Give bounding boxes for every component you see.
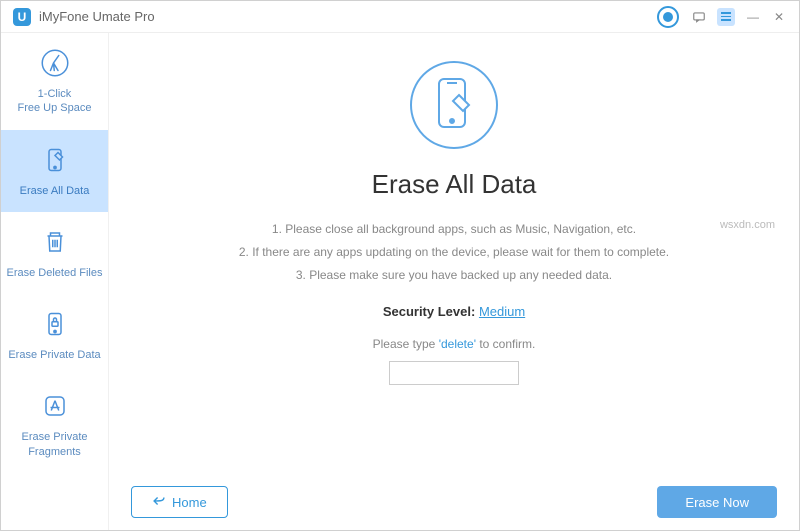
confirm-suffix: to confirm. bbox=[479, 337, 535, 351]
sidebar-item-erase-private-fragments[interactable]: Erase Private Fragments bbox=[1, 376, 108, 473]
instruction-line: 2. If there are any apps updating on the… bbox=[239, 241, 669, 264]
broom-icon bbox=[37, 45, 73, 81]
home-button[interactable]: Home bbox=[131, 486, 228, 518]
confirm-keyword: 'delete' bbox=[439, 337, 476, 351]
erase-now-button-label: Erase Now bbox=[685, 495, 749, 510]
sidebar-item-label: Erase Private Fragments bbox=[21, 430, 87, 459]
sidebar-item-label: Erase Private Data bbox=[8, 348, 100, 362]
app-store-icon bbox=[37, 388, 73, 424]
confirm-prefix: Please type bbox=[373, 337, 436, 351]
hero-phone-erase-icon bbox=[410, 61, 498, 149]
close-icon[interactable]: ✕ bbox=[771, 9, 787, 25]
instruction-line: 3. Please make sure you have backed up a… bbox=[239, 264, 669, 287]
trash-icon bbox=[37, 224, 73, 260]
sidebar-item-erase-private-data[interactable]: Erase Private Data bbox=[1, 294, 108, 376]
app-title: iMyFone Umate Pro bbox=[39, 9, 155, 24]
instruction-line: 1. Please close all background apps, suc… bbox=[239, 218, 669, 241]
phone-erase-icon bbox=[37, 142, 73, 178]
sidebar-item-label: Erase Deleted Files bbox=[7, 266, 103, 280]
app-logo-icon: U bbox=[13, 8, 31, 26]
titlebar: U iMyFone Umate Pro — ✕ bbox=[1, 1, 799, 33]
page-heading: Erase All Data bbox=[372, 169, 537, 200]
security-level-link[interactable]: Medium bbox=[479, 304, 525, 319]
titlebar-left: U iMyFone Umate Pro bbox=[13, 8, 155, 26]
confirm-input[interactable] bbox=[389, 361, 519, 385]
security-level-label: Security Level: bbox=[383, 304, 476, 319]
watermark: wsxdn.com bbox=[720, 219, 775, 231]
window-controls: — ✕ bbox=[691, 8, 787, 26]
titlebar-right: — ✕ bbox=[657, 6, 787, 28]
sidebar-item-erase-deleted-files[interactable]: Erase Deleted Files bbox=[1, 212, 108, 294]
main-panel: wsxdn.com Erase All Data 1. Please close bbox=[109, 33, 799, 530]
sidebar-item-label: Erase All Data bbox=[20, 184, 90, 198]
body-area: 1-Click Free Up Space Erase All Data bbox=[1, 33, 799, 530]
back-arrow-icon bbox=[152, 495, 166, 510]
sidebar: 1-Click Free Up Space Erase All Data bbox=[1, 33, 109, 530]
confirm-text: Please type 'delete' to confirm. bbox=[373, 337, 536, 351]
feedback-icon[interactable] bbox=[691, 9, 707, 25]
security-level-row: Security Level: Medium bbox=[383, 304, 525, 319]
footer: Home Erase Now bbox=[109, 474, 799, 530]
erase-now-button[interactable]: Erase Now bbox=[657, 486, 777, 518]
sidebar-item-free-up-space[interactable]: 1-Click Free Up Space bbox=[1, 33, 108, 130]
sidebar-item-erase-all-data[interactable]: Erase All Data bbox=[1, 130, 108, 212]
user-avatar-icon[interactable] bbox=[657, 6, 679, 28]
home-button-label: Home bbox=[172, 495, 207, 510]
minimize-icon[interactable]: — bbox=[745, 9, 761, 25]
app-window: U iMyFone Umate Pro — ✕ bbox=[0, 0, 800, 531]
sidebar-item-label: 1-Click Free Up Space bbox=[18, 87, 92, 116]
menu-icon[interactable] bbox=[717, 8, 735, 26]
phone-lock-icon bbox=[37, 306, 73, 342]
instructions: 1. Please close all background apps, suc… bbox=[239, 218, 669, 286]
content: Erase All Data 1. Please close all backg… bbox=[109, 33, 799, 474]
